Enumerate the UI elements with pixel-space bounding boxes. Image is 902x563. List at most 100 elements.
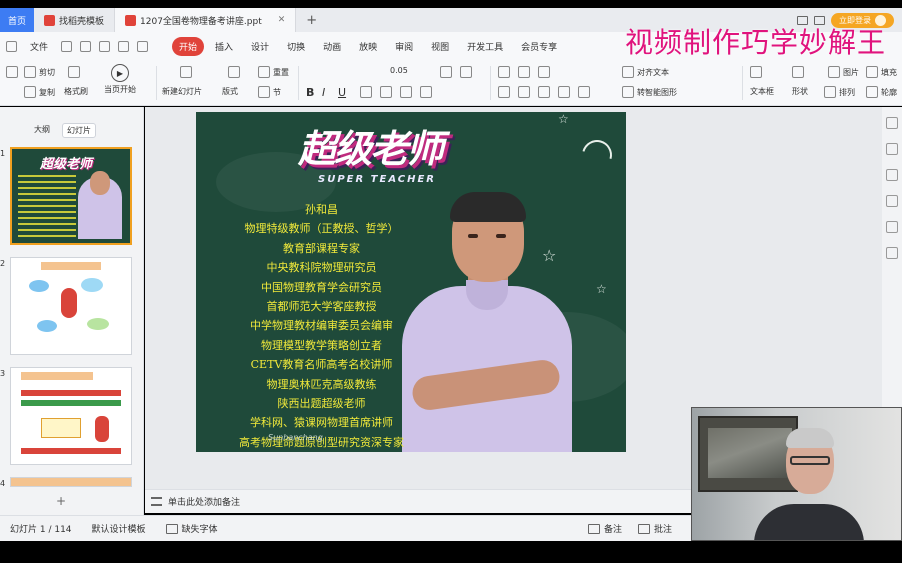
play-from-current-button[interactable]: ▶ 当页开始: [104, 64, 136, 95]
superscript-button[interactable]: [380, 86, 392, 98]
presenter-glasses: [790, 456, 830, 465]
section-button[interactable]: 节: [258, 86, 281, 98]
comments-toggle[interactable]: 批注: [628, 522, 682, 535]
menu-slideshow[interactable]: 放映: [352, 37, 384, 56]
new-slide-icon-button[interactable]: [180, 66, 192, 78]
menu-design[interactable]: 设计: [244, 37, 276, 56]
tab-document[interactable]: 1207全国卷物理备考讲座.ppt ✕: [115, 8, 297, 32]
settings-icon[interactable]: [886, 221, 898, 233]
shape-style-icon[interactable]: [886, 169, 898, 181]
paste-button[interactable]: [6, 66, 18, 78]
layout-icon-button[interactable]: [228, 66, 240, 78]
bullets-button[interactable]: [498, 66, 510, 78]
textbox-button[interactable]: 文本框: [750, 86, 774, 97]
textbox-icon-button[interactable]: [750, 66, 762, 78]
strikethrough-button[interactable]: [360, 86, 372, 98]
design-template[interactable]: 默认设计模板: [82, 522, 156, 535]
subscript-icon: [400, 86, 412, 98]
justify-button[interactable]: [558, 86, 570, 98]
align-right-button[interactable]: [538, 86, 550, 98]
thumb-bubble: [87, 318, 109, 330]
add-slide-button[interactable]: +: [56, 494, 66, 508]
menu-member[interactable]: 会员专享: [514, 37, 564, 56]
new-slide-button[interactable]: 新建幻灯片: [162, 86, 202, 97]
more-icon[interactable]: [886, 247, 898, 259]
notes-toggle[interactable]: 备注: [578, 522, 628, 535]
slide-thumbnail-3[interactable]: [10, 367, 132, 465]
star-icon: ☆: [558, 112, 569, 126]
menu-developer[interactable]: 开发工具: [460, 37, 510, 56]
print-icon[interactable]: [99, 40, 111, 52]
line-spacing-button[interactable]: [578, 86, 590, 98]
thumb-title-bar: [41, 262, 101, 270]
missing-font-button[interactable]: 缺失字体: [156, 522, 228, 535]
align-text-button[interactable]: 对齐文本: [622, 66, 669, 78]
numbering-button[interactable]: [518, 66, 530, 78]
format-painter-button[interactable]: 格式刷: [64, 86, 88, 97]
shape-button[interactable]: 形状: [792, 86, 808, 97]
arrange-button[interactable]: 排列: [824, 86, 855, 98]
notes-bar[interactable]: 单击此处添加备注: [145, 489, 693, 513]
teacher-bio: 孙和昌 物理特级教师（正教授、哲学） 教育部课程专家 中央教科院物理研究员 中国…: [204, 200, 439, 452]
moon-icon: [576, 134, 618, 176]
bio-line: 中央教科院物理研究员: [266, 261, 377, 275]
redo-icon[interactable]: [137, 40, 149, 52]
current-slide[interactable]: 超级老师 SUPER TEACHER ☆ ☆ ☆ 孙和昌 物理特级教师（正教授、…: [196, 112, 626, 452]
outline-button[interactable]: 轮廓: [866, 86, 897, 98]
menu-review[interactable]: 审阅: [388, 37, 420, 56]
font-color-button[interactable]: [420, 86, 432, 98]
menu-view[interactable]: 视图: [424, 37, 456, 56]
close-icon[interactable]: ✕: [278, 15, 286, 25]
copy-button[interactable]: 复制: [24, 86, 55, 98]
menu-icon[interactable]: [6, 40, 17, 52]
webcam-painting: [698, 416, 798, 492]
smartart-button[interactable]: 转智能图形: [622, 86, 677, 98]
select-icon[interactable]: [886, 117, 898, 129]
bold-button[interactable]: B: [306, 86, 314, 99]
tab-slides[interactable]: 幻灯片: [62, 123, 96, 138]
shape-icon-button[interactable]: [792, 66, 804, 78]
animation-icon[interactable]: [886, 195, 898, 207]
cut-label: 剪切: [39, 67, 55, 77]
clear-format-button[interactable]: [460, 66, 472, 78]
menu-file[interactable]: 文件: [23, 37, 55, 56]
undo-icon[interactable]: [118, 40, 130, 52]
menu-insert[interactable]: 插入: [208, 37, 240, 56]
tab-outline[interactable]: 大纲: [30, 123, 54, 138]
font-size-field[interactable]: 0.05: [390, 66, 408, 75]
tab-template-store[interactable]: 找稻壳模板: [34, 8, 116, 32]
thumb-title-bar: [21, 372, 93, 380]
indent-button[interactable]: [538, 66, 550, 78]
photo-hair: [450, 192, 526, 222]
font-icon: [165, 523, 178, 534]
save-icon[interactable]: [80, 40, 92, 52]
slide-thumbnail-2[interactable]: [10, 257, 132, 355]
align-center-button[interactable]: [518, 86, 530, 98]
subscript-button[interactable]: [400, 86, 412, 98]
grow-font-button[interactable]: [440, 66, 452, 78]
letterbox-bottom: [0, 541, 902, 563]
underline-button[interactable]: U: [338, 86, 346, 99]
bio-line: 学科网、猿课网物理首席讲师: [250, 416, 393, 430]
thumb-figure: [61, 288, 77, 318]
design-icon[interactable]: [886, 143, 898, 155]
font-size-value: 0.05: [390, 66, 408, 75]
fill-button[interactable]: 填充: [866, 66, 897, 78]
open-icon[interactable]: [61, 40, 73, 52]
layout-button[interactable]: 版式: [222, 86, 238, 97]
align-left-button[interactable]: [498, 86, 510, 98]
reset-label: 重置: [273, 67, 289, 77]
comments-label: 批注: [653, 525, 672, 535]
menu-animation[interactable]: 动画: [316, 37, 348, 56]
menu-home[interactable]: 开始: [172, 36, 205, 56]
picture-button[interactable]: 图片: [828, 66, 859, 78]
italic-button[interactable]: I: [322, 86, 325, 99]
brush-button[interactable]: [68, 66, 80, 78]
slide-thumbnail-4[interactable]: [10, 477, 132, 487]
menu-transition[interactable]: 切换: [280, 37, 312, 56]
slide-thumbnail-1[interactable]: 超级老师: [10, 147, 132, 245]
home-tab[interactable]: 首页: [0, 8, 34, 32]
cut-button[interactable]: 剪切: [24, 66, 55, 78]
reset-button[interactable]: 重置: [258, 66, 289, 78]
new-tab-button[interactable]: +: [296, 8, 327, 32]
